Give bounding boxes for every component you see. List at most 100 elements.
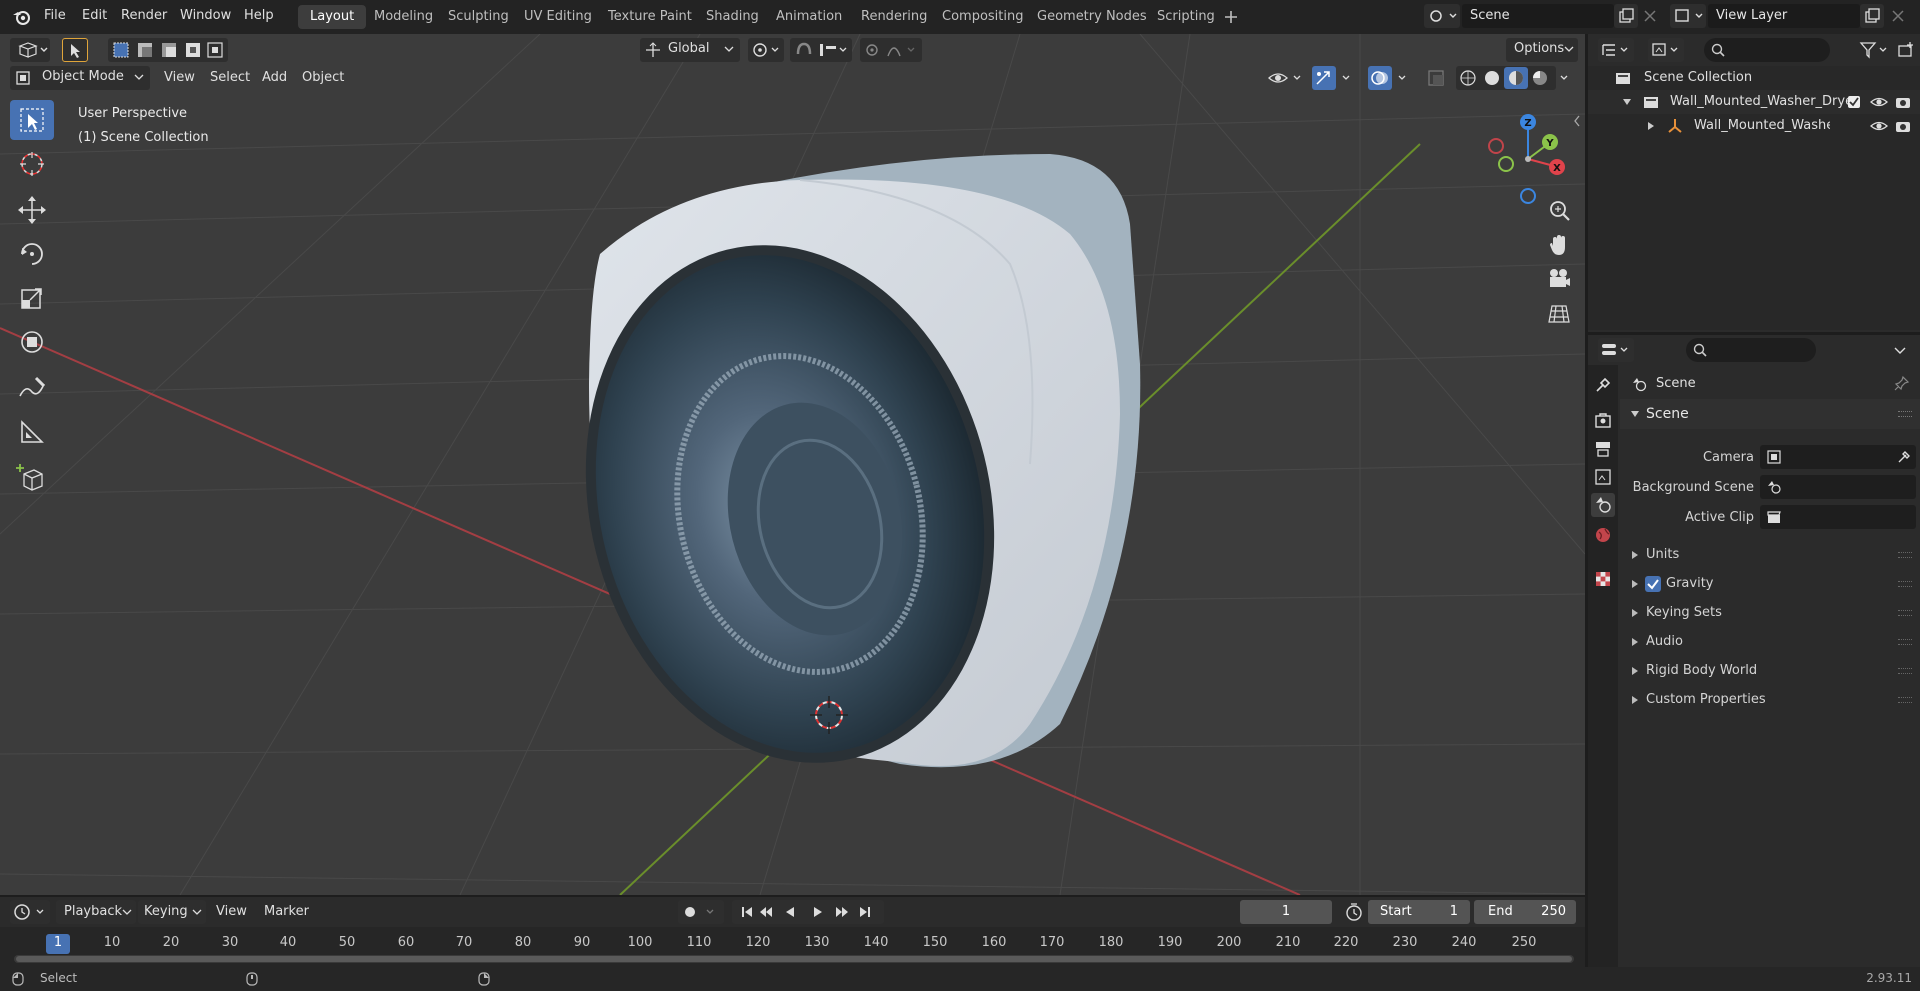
select-tool-mode-icon[interactable] (62, 38, 88, 62)
move-tool-icon[interactable] (10, 190, 54, 230)
timeline-menu-marker[interactable]: Marker (264, 904, 309, 919)
viewport-menu-view[interactable]: View (158, 67, 201, 89)
camera-view-icon[interactable] (1544, 264, 1574, 294)
viewport-scene[interactable] (0, 34, 1585, 895)
proportional-editing-icon[interactable] (860, 38, 922, 62)
auto-keying-toggle[interactable] (678, 900, 724, 924)
gizmo-dropdown-icon[interactable] (1338, 66, 1358, 90)
viewport-menu-add[interactable]: Add (256, 67, 293, 89)
render-tab-icon[interactable] (1591, 409, 1615, 433)
eye-icon[interactable] (1870, 94, 1888, 110)
outliner-editor-type-button[interactable] (1598, 38, 1634, 62)
output-tab-icon[interactable] (1591, 437, 1615, 461)
timeline-editor-type-button[interactable] (10, 900, 50, 924)
expand-arrow-icon[interactable] (1646, 121, 1656, 131)
scale-tool-icon[interactable] (10, 278, 54, 318)
annotate-tool-icon[interactable] (10, 368, 54, 408)
tab-shading[interactable]: Shading (694, 5, 771, 29)
add-cube-tool-icon[interactable] (10, 458, 54, 498)
tab-uv-editing[interactable]: UV Editing (512, 5, 604, 29)
tab-rendering[interactable]: Rendering (849, 5, 939, 29)
3d-viewport[interactable]: Global Options Object Mode View Select A… (0, 34, 1585, 895)
gizmo-toggle-icon[interactable] (1312, 66, 1336, 90)
tab-texture-paint[interactable]: Texture Paint (596, 5, 704, 29)
eyedropper-icon[interactable] (1896, 449, 1912, 465)
drag-handle-icon[interactable] (1898, 639, 1912, 645)
editor-type-button[interactable] (10, 38, 50, 62)
scene-panel-header[interactable]: Scene (1620, 399, 1920, 429)
view-layer-tab-icon[interactable] (1591, 465, 1615, 489)
keying-sets-subpanel[interactable]: Keying Sets (1620, 599, 1920, 627)
collapse-arrow-icon[interactable] (1622, 97, 1632, 107)
selection-mode-group[interactable] (108, 38, 228, 62)
playback-controls[interactable] (732, 900, 884, 924)
scene-name-field[interactable]: Scene (1462, 4, 1614, 28)
menu-render[interactable]: Render (121, 8, 167, 23)
tab-geometry-nodes[interactable]: Geometry Nodes (1025, 5, 1159, 29)
scene-close-icon[interactable] (1638, 4, 1662, 28)
options-dropdown[interactable]: Options (1506, 38, 1578, 62)
add-workspace-icon[interactable] (1222, 8, 1240, 26)
tab-modeling[interactable]: Modeling (362, 5, 445, 29)
viewport-menu-object[interactable]: Object (296, 67, 350, 89)
sidebar-toggle-icon[interactable] (1572, 114, 1582, 128)
drag-handle-icon[interactable] (1898, 697, 1912, 703)
object-visibility-icon[interactable] (1266, 66, 1306, 90)
tab-compositing[interactable]: Compositing (930, 5, 1036, 29)
xray-toggle-icon[interactable] (1424, 66, 1448, 90)
audio-subpanel[interactable]: Audio (1620, 628, 1920, 656)
camera-render-icon[interactable] (1894, 94, 1912, 110)
pin-icon[interactable] (1894, 375, 1910, 391)
properties-editor-type-button[interactable] (1598, 338, 1634, 362)
blender-logo-icon[interactable] (12, 8, 32, 26)
snap-toggle-icon[interactable] (790, 38, 852, 62)
menu-edit[interactable]: Edit (82, 8, 107, 23)
properties-options-icon[interactable] (1888, 338, 1912, 362)
properties-search-input[interactable] (1686, 338, 1816, 362)
overlays-dropdown-icon[interactable] (1394, 66, 1414, 90)
menu-file[interactable]: File (44, 8, 66, 23)
view-layer-copy-icon[interactable] (1860, 4, 1884, 28)
drag-handle-icon[interactable] (1898, 610, 1912, 616)
current-frame-field[interactable]: 1 (1240, 900, 1332, 924)
eye-icon[interactable] (1870, 118, 1888, 134)
viewport-menu-select[interactable]: Select (204, 67, 256, 89)
transform-orientation-dropdown[interactable]: Global (640, 38, 740, 62)
outliner-row-collection[interactable]: Wall_Mounted_Washer_Dryer (1588, 90, 1920, 114)
overlays-toggle-icon[interactable] (1368, 66, 1392, 90)
view-layer-browse-button[interactable] (1670, 4, 1706, 28)
timeline-scrollbar-thumb[interactable] (16, 956, 1572, 962)
camera-render-icon[interactable] (1894, 118, 1912, 134)
drag-handle-icon[interactable] (1898, 581, 1912, 587)
perspective-toggle-icon[interactable] (1544, 298, 1574, 328)
tool-settings-tab-icon[interactable] (1591, 373, 1615, 397)
outliner-row-object[interactable]: Wall_Mounted_Washer_D (1588, 114, 1920, 138)
gravity-checkbox[interactable] (1644, 575, 1662, 593)
new-collection-icon[interactable] (1894, 38, 1918, 62)
outliner-search-input[interactable] (1704, 38, 1830, 62)
active-clip-field[interactable] (1760, 505, 1916, 529)
tab-animation[interactable]: Animation (764, 5, 854, 29)
gravity-subpanel[interactable]: Gravity (1620, 570, 1920, 598)
drag-handle-icon[interactable] (1898, 411, 1912, 417)
units-subpanel[interactable]: Units (1620, 541, 1920, 569)
custom-properties-subpanel[interactable]: Custom Properties (1620, 686, 1920, 714)
frame-ruler[interactable]: 1 10 20 30 40 50 60 70 80 90 100 110 120… (0, 929, 1585, 957)
cursor-tool-icon[interactable] (10, 144, 54, 184)
playback-menu[interactable]: Playback (56, 900, 136, 924)
measure-tool-icon[interactable] (10, 412, 54, 452)
camera-field[interactable] (1760, 445, 1916, 469)
outliner-display-mode-button[interactable] (1648, 38, 1684, 62)
shading-mode-group[interactable] (1456, 66, 1556, 90)
timeline-scrollbar[interactable] (14, 955, 1574, 963)
end-frame-field[interactable]: End 250 (1474, 900, 1576, 924)
keying-menu[interactable]: Keying (138, 900, 206, 924)
tab-scripting[interactable]: Scripting (1145, 5, 1227, 29)
view-layer-close-icon[interactable] (1886, 4, 1910, 28)
scene-copy-icon[interactable] (1614, 4, 1638, 28)
washer-dryer-model[interactable] (533, 154, 1141, 807)
scene-tab-icon[interactable] (1591, 493, 1615, 517)
menu-help[interactable]: Help (244, 8, 274, 23)
outliner-filter-icon[interactable] (1858, 38, 1892, 62)
background-scene-field[interactable] (1760, 475, 1916, 499)
